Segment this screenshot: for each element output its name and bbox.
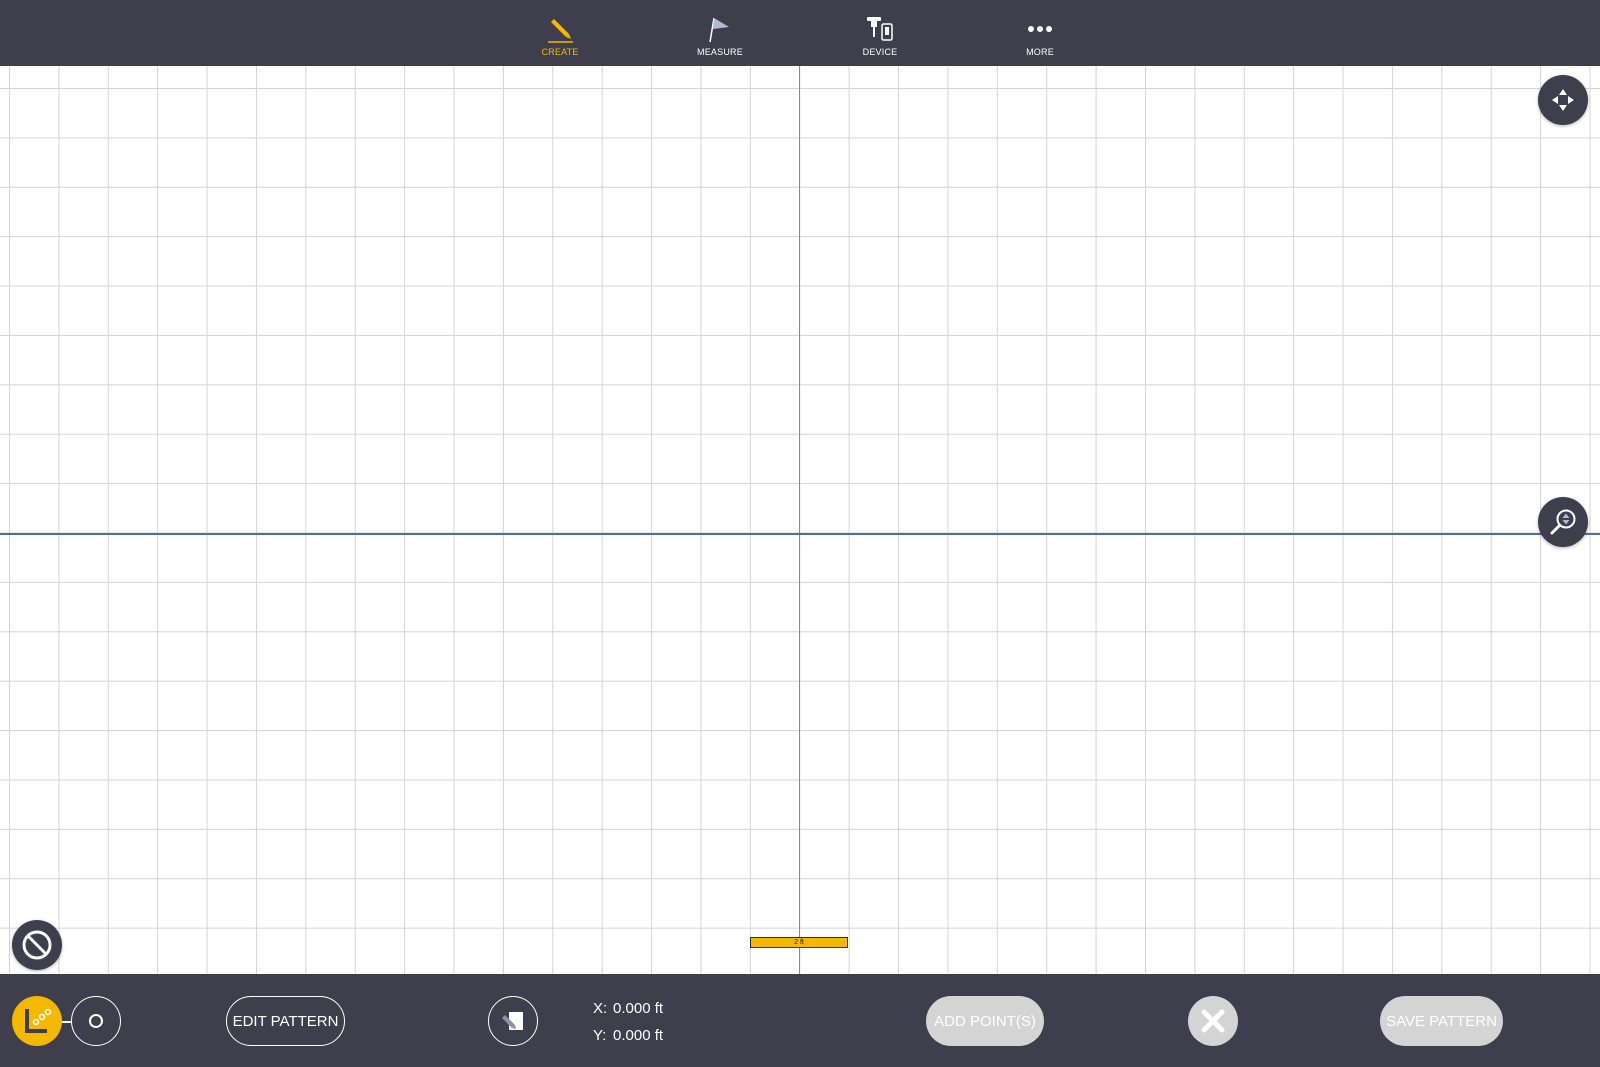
horizontal-axis-line xyxy=(0,533,1600,535)
save-pattern-button[interactable]: SAVE PATTERN xyxy=(1380,996,1503,1046)
edit-pattern-label: EDIT PATTERN xyxy=(232,1012,339,1030)
nav-more-label: MORE xyxy=(1026,47,1054,57)
cancel-button[interactable] xyxy=(1188,996,1238,1046)
nav-device-label: DEVICE xyxy=(862,47,898,57)
scale-bar: 2 ft xyxy=(750,937,848,948)
add-points-label: ADD POINT(S) xyxy=(934,1012,1036,1030)
y-label: Y: xyxy=(593,1027,607,1044)
point-mode-button[interactable] xyxy=(71,996,121,1046)
y-value: 0.000 ft xyxy=(613,1027,664,1044)
connector-line xyxy=(62,1021,71,1023)
layout-pattern-icon xyxy=(25,1008,52,1033)
nav-create[interactable]: CREATE xyxy=(480,0,640,66)
pan-arrows-icon xyxy=(1552,89,1574,111)
close-icon xyxy=(1201,1009,1225,1033)
x-value: 0.000 ft xyxy=(613,1000,664,1017)
pan-button[interactable] xyxy=(1538,75,1588,125)
note-edit-icon xyxy=(502,1012,523,1030)
scale-bar-label: 2 ft xyxy=(794,939,804,946)
save-pattern-label: SAVE PATTERN xyxy=(1386,1012,1497,1030)
nav-more[interactable]: MORE xyxy=(960,0,1120,66)
y-coordinate: Y: 0.000 ft xyxy=(593,1027,663,1044)
edit-pattern-button[interactable]: EDIT PATTERN xyxy=(226,996,345,1046)
flag-icon xyxy=(705,14,735,44)
drawing-canvas[interactable]: 2 ft xyxy=(0,66,1600,974)
nav-measure-label: MEASURE xyxy=(697,47,743,57)
add-points-button[interactable]: ADD POINT(S) xyxy=(926,996,1044,1046)
pencil-icon xyxy=(545,14,575,44)
more-dots-icon xyxy=(1025,14,1055,44)
zoom-magnifier-icon xyxy=(1550,509,1576,535)
disable-button[interactable] xyxy=(12,920,62,970)
notes-button[interactable] xyxy=(488,996,538,1046)
nav-device[interactable]: DEVICE xyxy=(800,0,960,66)
prohibited-icon xyxy=(22,930,52,960)
zoom-button[interactable] xyxy=(1538,497,1588,547)
x-coordinate: X: 0.000 ft xyxy=(593,1000,663,1017)
top-nav-bar: CREATE MEASURE DEVICE MORE xyxy=(0,0,1600,66)
x-label: X: xyxy=(593,1000,608,1017)
nav-measure[interactable]: MEASURE xyxy=(640,0,800,66)
bottom-toolbar: EDIT PATTERN X: 0.000 ft Y: 0.000 ft ADD… xyxy=(0,974,1600,1067)
nav-create-label: CREATE xyxy=(541,47,579,57)
vertical-axis-line xyxy=(799,66,800,974)
layout-pattern-button[interactable] xyxy=(12,996,62,1046)
circle-point-icon xyxy=(89,1014,103,1028)
device-icon xyxy=(864,14,896,44)
